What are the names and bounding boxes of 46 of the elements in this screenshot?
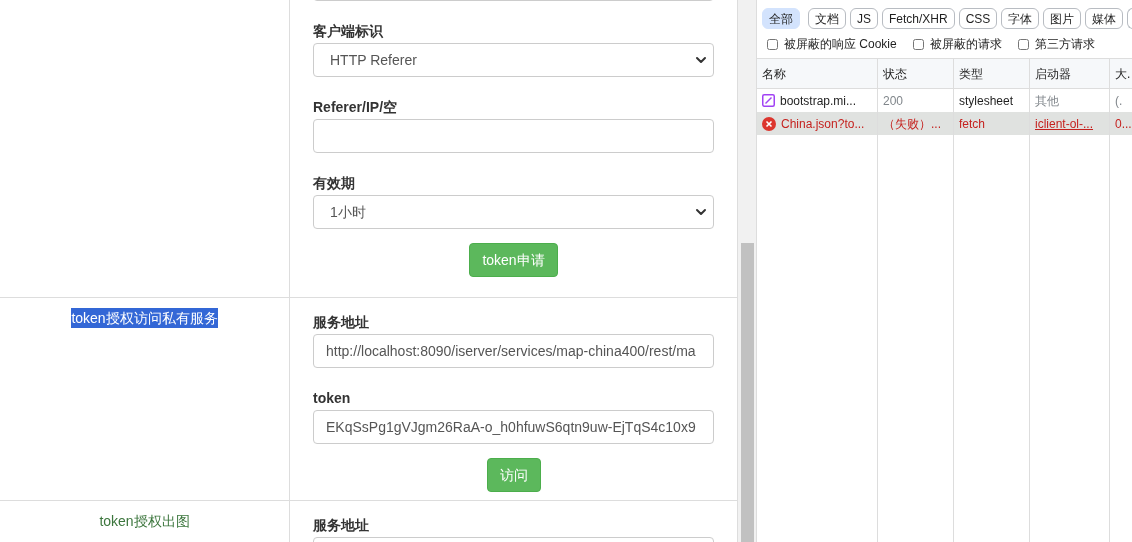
- filter-chip[interactable]: CSS: [958, 8, 998, 29]
- field-label: 客户端标识: [313, 22, 383, 41]
- field-label: Referer/IP/空: [313, 98, 398, 117]
- request-cell-text: 其他: [1035, 92, 1059, 110]
- filter-chip[interactable]: 媒体: [1085, 8, 1124, 29]
- request-cell-text: (.: [1115, 92, 1123, 110]
- text-field[interactable]: [313, 119, 714, 153]
- request-cell-text: stylesheet: [959, 92, 1014, 110]
- dropdown-select[interactable]: 1小时: [313, 195, 714, 229]
- field-label: token: [313, 389, 351, 408]
- stylesheet-icon: [762, 94, 775, 107]
- checkbox[interactable]: [912, 38, 924, 50]
- error-icon: [762, 116, 776, 131]
- scrollbar-thumb[interactable]: [740, 243, 754, 542]
- field-label: 服务地址: [313, 313, 369, 332]
- column-header[interactable]: 类型: [959, 64, 983, 83]
- request-cell-text: （失败）...: [883, 115, 941, 133]
- initiator-link[interactable]: iclient-ol-...: [1035, 114, 1093, 133]
- column-header[interactable]: 大.: [1115, 64, 1131, 83]
- dropdown-select[interactable]: HTTP Referer: [313, 43, 714, 77]
- column-header[interactable]: 启动器: [1035, 64, 1071, 83]
- filter-chip[interactable]: 全部: [762, 8, 800, 29]
- checkbox-label: 被屏蔽的请求: [929, 36, 1002, 53]
- request-row[interactable]: China.json?to... （失败）... fetch iclient-ol-... 0...: [757, 112, 1132, 135]
- checkbox[interactable]: [1017, 38, 1029, 50]
- checkbox-label: 被屏蔽的响应 Cookie: [784, 36, 897, 53]
- column-header[interactable]: 状态: [883, 64, 907, 83]
- row-title: token授权出图: [99, 512, 190, 531]
- row-title: token授权访问私有服务: [71, 308, 218, 328]
- request-cell-text: bootstrap.mi...: [780, 92, 857, 110]
- request-cell-text: fetch: [959, 115, 985, 133]
- filter-chip[interactable]: 字体: [1001, 8, 1040, 29]
- checkbox[interactable]: [767, 38, 778, 50]
- text-field[interactable]: EKqSsPg1gVJgm26RaA-o_h0hfuwS6qtn9uw-EjTqS4c10x9: [313, 410, 714, 444]
- filter-chip[interactable]: 图片: [1043, 8, 1082, 29]
- request-cell-text: 0...: [1115, 115, 1132, 133]
- request-cell-text: China.json?to...: [781, 115, 865, 133]
- request-cell-text: 200: [883, 92, 904, 110]
- filter-chip[interactable]: Fetch/XHR: [882, 8, 955, 29]
- checkbox-label: 第三方请求: [1034, 36, 1095, 53]
- filter-chip[interactable]: JS: [850, 8, 878, 29]
- field-label: 服务地址: [313, 516, 369, 535]
- field-label: 有效期: [313, 174, 355, 193]
- column-header[interactable]: 名称: [762, 64, 786, 83]
- text-field[interactable]: http://localhost:8090/iserver/services/map-china400/rest/ma: [313, 334, 714, 368]
- filter-chip[interactable]: 文档: [808, 8, 846, 29]
